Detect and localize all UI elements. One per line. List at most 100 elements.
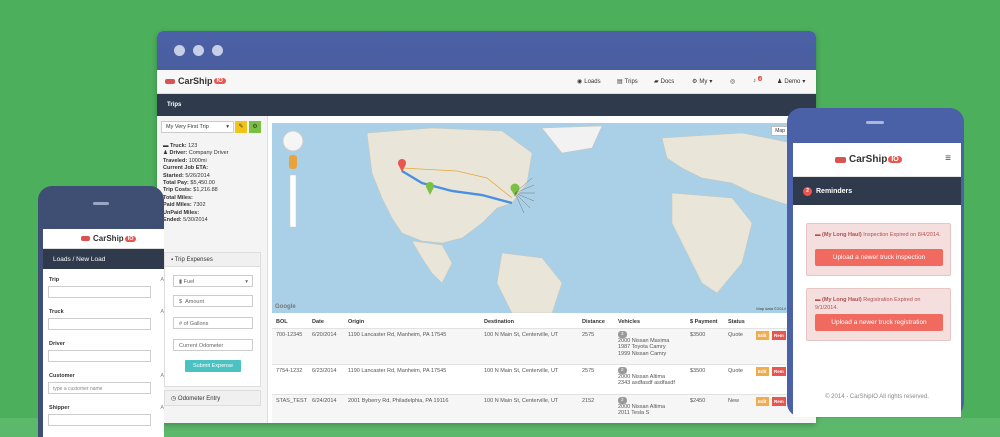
upload-registration-button[interactable]: Upload a newer truck registration <box>815 314 943 331</box>
remove-button[interactable]: Rem <box>772 331 786 340</box>
info-row: Paid Miles: 7302 <box>163 202 228 209</box>
nav-label: Loads <box>584 78 601 85</box>
mobile-navbar: CarShip IO <box>43 229 164 249</box>
panel-title: Trip Expenses <box>174 257 213 263</box>
brand-logo[interactable]: CarShip IO <box>165 76 226 86</box>
brand-logo[interactable]: CarShip IO <box>835 154 902 165</box>
column-header[interactable]: Date <box>312 319 324 325</box>
odometer-input[interactable]: Current Odometer <box>173 339 253 351</box>
upload-inspection-button[interactable]: Upload a newer truck inspection <box>815 249 943 266</box>
date-cell: 6/20/2014 <box>312 332 337 338</box>
field-action[interactable]: A <box>160 405 164 411</box>
bol-cell: 7754-1232 <box>276 368 303 374</box>
customer-input[interactable]: type a customer name <box>48 382 151 394</box>
info-row: Current Job ETA: <box>163 165 228 172</box>
folder-icon: ▰ <box>654 79 659 85</box>
notification-badge: 4 <box>758 76 763 81</box>
edit-button[interactable]: Edit <box>756 367 769 376</box>
truck-icon: ▬ <box>815 297 821 303</box>
window-dot[interactable] <box>212 45 223 56</box>
mobile-navbar: CarShip IO ≡ <box>793 143 961 177</box>
fuel-icon: ▮ <box>179 279 183 285</box>
nav-trips[interactable]: ▤ Trips <box>617 78 638 86</box>
info-label: Truck: <box>170 143 187 149</box>
shipper-input[interactable] <box>48 414 151 426</box>
edit-button[interactable]: Edit <box>756 397 769 406</box>
remove-button[interactable]: Rem <box>772 397 786 406</box>
caret-down-icon: ▾ <box>245 279 248 285</box>
trip-settings-button[interactable]: ⚙ <box>249 121 261 133</box>
chevron-down-icon: ▾ <box>709 79 713 85</box>
customer-label: Customer <box>49 373 75 379</box>
edit-trip-button[interactable]: ✎ <box>235 121 247 133</box>
column-header[interactable]: $ Payment <box>690 319 718 325</box>
nav-label: My <box>699 78 708 85</box>
nav-my[interactable]: ⚙ My ▾ <box>692 78 713 86</box>
info-label: Driver: <box>169 150 188 157</box>
list-icon: ▪ <box>171 257 174 263</box>
gallons-input[interactable]: # of Gallons <box>173 317 253 329</box>
edit-button[interactable]: Edit <box>756 331 769 340</box>
nav-docs[interactable]: ▰ Docs <box>654 78 674 86</box>
column-header[interactable]: BOL <box>276 319 288 325</box>
table-row[interactable]: 7754-1232 6/23/2014 1190 Lancaster Rd, M… <box>272 364 816 394</box>
gear-icon: ⚙ <box>692 79 698 85</box>
trip-select[interactable]: My Very First Trip ▾ <box>161 121 234 133</box>
odometer-placeholder: Current Odometer <box>179 343 224 349</box>
window-dot[interactable] <box>193 45 204 56</box>
car-icon <box>81 236 90 241</box>
amount-input[interactable]: $ Amount <box>173 295 253 307</box>
breadcrumb[interactable]: Loads / New Load <box>43 249 164 269</box>
expense-type-select[interactable]: ▮ Fuel ▾ <box>173 275 253 287</box>
column-header[interactable]: Destination <box>484 319 514 325</box>
pencil-icon: ✎ <box>238 124 244 130</box>
caret-down-icon: ▾ <box>226 124 229 130</box>
column-header[interactable]: Status <box>728 319 745 325</box>
panel-header: ◷ Odometer Entry <box>165 391 260 405</box>
remove-button[interactable]: Rem <box>772 367 786 376</box>
payment-cell: $3500 <box>690 368 706 374</box>
left-phone: CarShip IO Loads / New Load Trip A Truck… <box>38 186 164 437</box>
truck-input[interactable] <box>48 318 151 330</box>
trip-info: ▬ Truck: 123 ♟ Driver: Company Driver Tr… <box>163 143 228 224</box>
info-label: Ended: <box>163 217 182 224</box>
vehicle-item: 1987 Toyota Camry <box>618 344 666 351</box>
column-header[interactable]: Vehicles <box>618 319 640 325</box>
truck-label: Truck <box>49 309 64 315</box>
destination-cell: 100 N Main St, Centerville, UT <box>484 368 559 374</box>
column-header[interactable]: Origin <box>348 319 364 325</box>
window-dot[interactable] <box>174 45 185 56</box>
nav-user[interactable]: ♟ Demo ▾ <box>777 78 805 86</box>
info-row: UnPaid Miles: <box>163 210 228 217</box>
driver-input[interactable] <box>48 350 151 362</box>
hamburger-menu-icon[interactable]: ≡ <box>945 153 951 164</box>
odometer-panel[interactable]: ◷ Odometer Entry <box>164 390 261 406</box>
nav-notifications[interactable]: ♪ 4 <box>753 76 763 84</box>
reminders-count-badge: 2 <box>803 186 812 196</box>
column-header[interactable]: Distance <box>582 319 605 325</box>
vehicle-count-badge: 2 <box>618 367 627 374</box>
route-map[interactable]: Map Google Map data ©2014 Google, INEGI <box>272 123 816 313</box>
user-icon: ♟ <box>163 150 168 157</box>
brand-name: CarShip <box>849 154 888 165</box>
truck-icon: ▬ <box>815 232 821 238</box>
footer-text: © 2014 - CarShipIO All rights reserved. <box>825 394 929 400</box>
field-action[interactable]: A <box>160 277 164 283</box>
info-value: 5/30/2014 <box>183 217 208 224</box>
trip-input[interactable] <box>48 286 151 298</box>
nav-help[interactable]: ◎ <box>730 78 735 85</box>
vehicle-item: 2343 asdfasdf asdfasdf <box>618 380 675 387</box>
submit-expense-button[interactable]: Submit Expense <box>185 360 241 372</box>
driver-label: Driver <box>49 341 65 347</box>
gallons-placeholder: # of Gallons <box>179 321 209 327</box>
nav-loads[interactable]: ◉ Loads <box>577 78 601 86</box>
info-row: Trip Costs: $1,216.88 <box>163 187 228 194</box>
table-row[interactable]: 700-12345 6/20/2014 1190 Lancaster Rd, M… <box>272 328 816 364</box>
field-action[interactable]: A <box>160 309 164 315</box>
brand-logo[interactable]: CarShip IO <box>81 234 137 243</box>
phone-speaker <box>93 202 109 205</box>
info-label: Paid Miles: <box>163 202 192 209</box>
table-row[interactable]: STAS_TEST 6/24/2014 2001 Byberry Rd, Phi… <box>272 394 816 423</box>
field-action[interactable]: A <box>160 373 164 379</box>
clock-icon: ◷ <box>171 396 177 402</box>
